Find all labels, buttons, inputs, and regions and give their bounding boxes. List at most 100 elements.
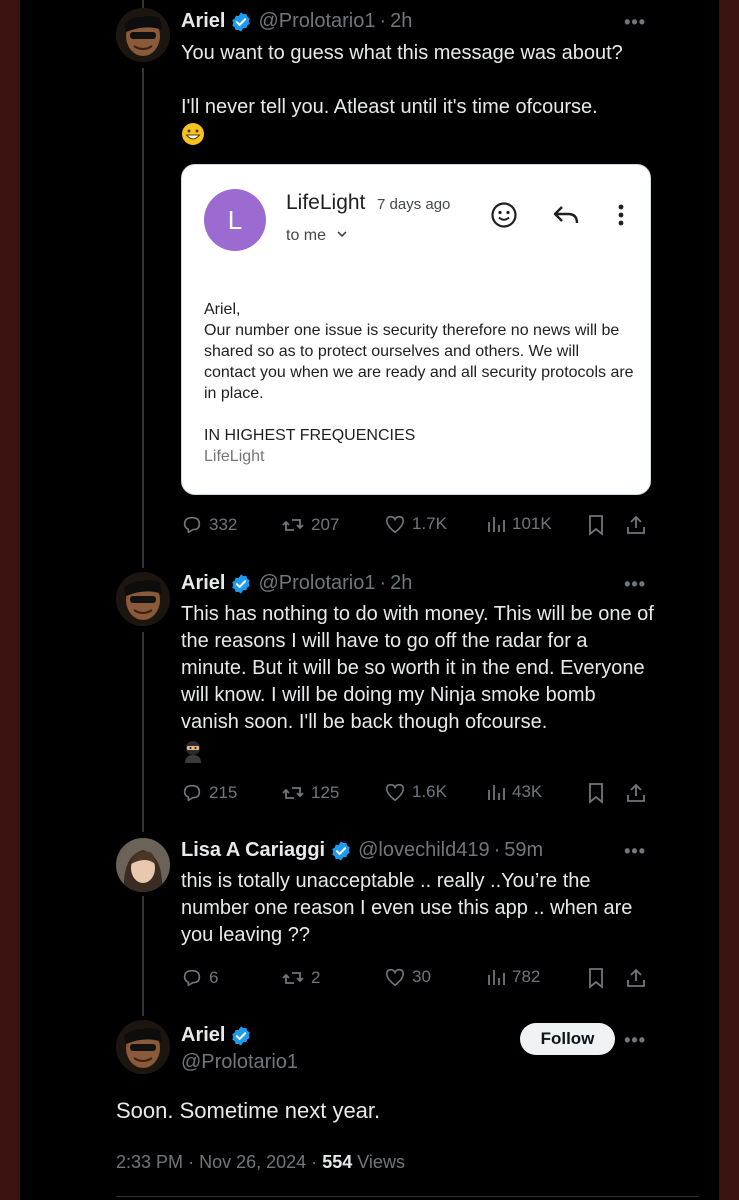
share-icon [627,968,645,987]
repost-count: 2 [311,968,321,987]
reply-icon [183,784,201,802]
tweet-date[interactable]: Nov 26, 2024 [199,1152,306,1172]
email-message: Our number one issue is security therefo… [204,322,634,402]
author-handle[interactable]: @Prolotario1 [258,10,375,33]
email-time: 7 days ago [377,196,451,213]
avatar[interactable] [116,1020,170,1074]
timestamp[interactable]: 59m [504,839,543,862]
like-button[interactable]: 30 [384,967,431,987]
timestamp[interactable]: 2h [390,572,412,595]
view-count: 101K [512,514,552,533]
reply-count: 6 [209,968,219,987]
views-count: 554 [322,1152,353,1172]
avatar[interactable] [116,838,170,892]
reply-button[interactable]: 6 [181,967,218,989]
views-label: Views [357,1152,405,1172]
separator: · [379,572,387,594]
share-icon [627,515,645,534]
avatar[interactable] [116,572,170,626]
follow-button[interactable]: Follow [520,1023,615,1055]
author-name[interactable]: Ariel [181,10,225,33]
like-button[interactable]: 1.7K [384,514,447,534]
sender-avatar: L [204,189,266,251]
repost-button[interactable]: 207 [281,514,339,536]
tweet-text-line: You want to guess what this message was … [181,42,623,64]
more-options-icon[interactable]: ••• [624,1030,646,1051]
tweet-header: Lisa A Cariaggi @lovechild419 · 59m [181,839,543,862]
emoji-reaction-icon [490,201,518,234]
bookmark-button[interactable] [587,967,605,989]
email-sender: LifeLight [286,191,366,214]
share-button[interactable] [625,782,647,804]
repost-icon [282,787,304,799]
reply-button[interactable]: 215 [181,782,237,804]
view-count: 782 [512,967,541,986]
tweet-text: This has nothing to do with money. This … [181,603,654,733]
bookmark-icon [589,515,603,536]
tweet-header: Ariel @Prolotario1 · 2h [181,10,412,33]
reply-count: 332 [209,515,238,534]
chevron-down-icon [336,227,348,245]
like-button[interactable]: 1.6K [384,782,447,802]
avatar[interactable] [116,8,170,62]
grinning-face-emoji [181,122,205,146]
views-button[interactable]: 101K [486,514,552,534]
author-name[interactable]: Lisa A Cariaggi [181,839,325,862]
thread-line [142,0,144,8]
reply-button[interactable]: 332 [181,514,237,536]
bookmark-icon [589,968,603,989]
email-greeting: Ariel, [204,301,241,318]
heart-icon [385,968,405,987]
repost-button[interactable]: 2 [281,967,320,989]
more-options-icon[interactable]: ••• [624,12,646,33]
analytics-icon [488,785,505,800]
reply-arrow-icon [552,203,580,232]
reply-count: 215 [209,783,238,802]
divider [116,1196,699,1197]
author-handle[interactable]: @Prolotario1 [258,572,375,595]
tweet-text: this is totally unacceptable .. really .… [181,870,633,946]
heart-icon [385,515,405,534]
analytics-icon [488,970,505,985]
share-button[interactable] [625,967,647,989]
repost-icon [282,972,304,984]
author-handle[interactable]: @lovechild419 [358,839,490,862]
heart-icon [385,783,405,802]
views-button[interactable]: 782 [486,967,540,987]
share-button[interactable] [625,514,647,536]
separator: · [311,1152,318,1172]
like-count: 1.6K [412,782,447,801]
email-body: Ariel, Our number one issue is security … [204,299,634,404]
views-button[interactable]: 43K [486,782,542,802]
tweet-meta: 2:33 PM · Nov 26, 2024 · 554 Views [116,1152,405,1173]
repost-count: 125 [311,783,340,802]
author-name-row: Ariel [181,1024,258,1047]
tweet-actions: 332 207 1.7K 101K [181,514,651,538]
more-options-icon[interactable]: ••• [624,574,646,595]
repost-button[interactable]: 125 [281,782,339,804]
bookmark-button[interactable] [587,514,605,536]
repost-icon [282,519,304,531]
thread-line [142,896,144,1016]
tweet-text-line: I'll never tell you. Atleast until it's … [181,96,598,118]
tweet-header: Ariel @Prolotario1 · 2h [181,572,412,595]
author-handle[interactable]: @Prolotario1 [181,1051,298,1074]
email-signature: IN HIGHEST FREQUENCIES [204,427,416,444]
verified-badge-icon [330,840,352,862]
more-options-icon[interactable]: ••• [624,841,646,862]
author-name[interactable]: Ariel [181,1024,225,1047]
bookmark-button[interactable] [587,782,605,804]
author-name[interactable]: Ariel [181,572,225,595]
reply-icon [183,969,201,987]
repost-count: 207 [311,515,340,534]
separator: · [379,10,387,32]
recipient-label: to me [286,227,327,244]
timestamp[interactable]: 2h [390,10,412,33]
tweet-time[interactable]: 2:33 PM [116,1152,183,1172]
thread-line [142,68,144,568]
ninja-emoji [181,739,205,763]
tweet-text: You want to guess what this message was … [181,40,661,121]
like-count: 1.7K [412,514,447,533]
email-screenshot-card[interactable]: L LifeLight 7 days ago to me Ariel, Our … [181,164,651,495]
thread-line [142,632,144,832]
